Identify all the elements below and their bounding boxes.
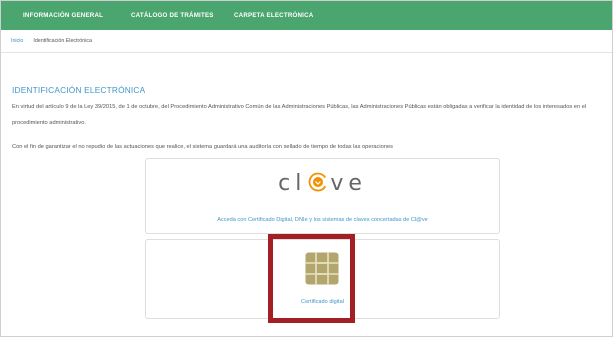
- clave-logo-left: cl: [278, 171, 307, 196]
- top-navigation: INFORMACIÓN GENERAL CATÁLOGO DE TRÁMITES…: [1, 1, 612, 30]
- breadcrumb-home-link[interactable]: Inicio: [11, 38, 23, 44]
- clave-access-link[interactable]: Acceda con Certificado Digital, DNIe y l…: [146, 217, 499, 223]
- page-title: IDENTIFICACIÓN ELECTRÓNICA: [12, 85, 146, 95]
- breadcrumb: Inicio Identificación Electrónica: [11, 38, 92, 44]
- audit-paragraph: Con el fin de garantizar el no repudio d…: [12, 144, 393, 150]
- clave-login-card[interactable]: cl ve Acceda con Certificado Digital, DN…: [145, 158, 500, 234]
- breadcrumb-current: Identificación Electrónica: [33, 38, 92, 44]
- highlight-box: [268, 234, 355, 323]
- clave-at-icon: [308, 172, 328, 192]
- nav-carpeta-electronica[interactable]: CARPETA ELECTRÓNICA: [234, 12, 313, 19]
- clave-logo-right: ve: [330, 171, 367, 196]
- intro-paragraph: En virtud del artículo 9 de la Ley 39/20…: [12, 104, 587, 126]
- page-frame: INFORMACIÓN GENERAL CATÁLOGO DE TRÁMITES…: [0, 0, 613, 337]
- clave-logo: cl ve: [146, 171, 499, 196]
- nav-informacion-general[interactable]: INFORMACIÓN GENERAL: [23, 12, 103, 19]
- nav-catalogo-tramites[interactable]: CATÁLOGO DE TRÁMITES: [131, 12, 214, 19]
- header-divider: [1, 52, 612, 53]
